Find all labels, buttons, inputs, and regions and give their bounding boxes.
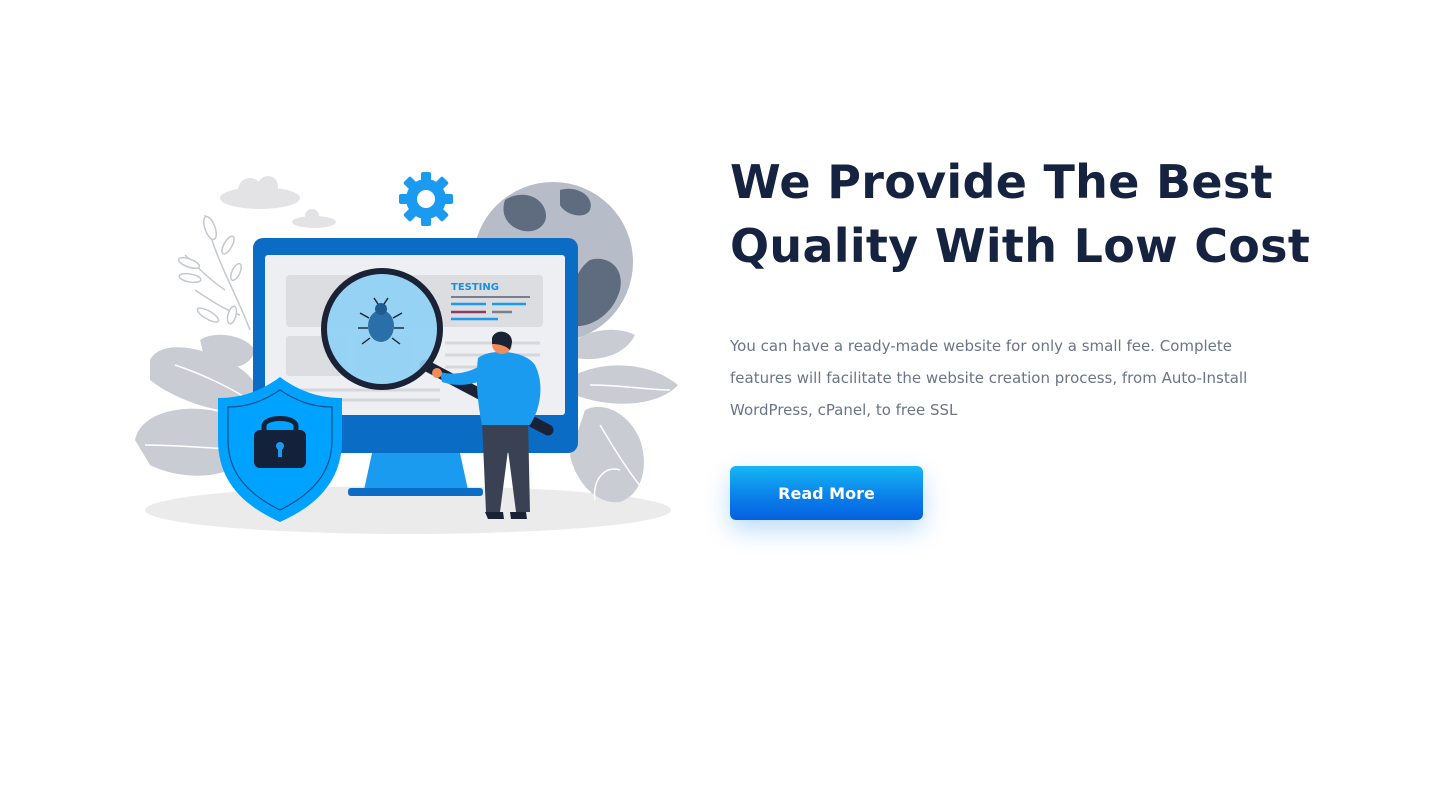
hero-headline: We Provide The Best Quality With Low Cos… [730,150,1330,278]
plant-icon [177,214,251,331]
cloud-icon [220,176,336,228]
gear-icon [399,172,453,226]
hero-section: TESTING We Provide The Best Quality With… [0,0,1440,810]
headline-line-2: Quality With Low Cost [730,219,1311,273]
hero-content: We Provide The Best Quality With Low Cos… [730,150,1330,520]
read-more-button[interactable]: Read More [730,466,923,520]
hero-description: You can have a ready-made website for on… [730,337,1248,419]
leaves-right [570,329,678,503]
headline-line-1: We Provide The Best [730,155,1273,209]
screen-testing-label: TESTING [451,282,499,293]
security-testing-illustration: TESTING [135,172,678,534]
